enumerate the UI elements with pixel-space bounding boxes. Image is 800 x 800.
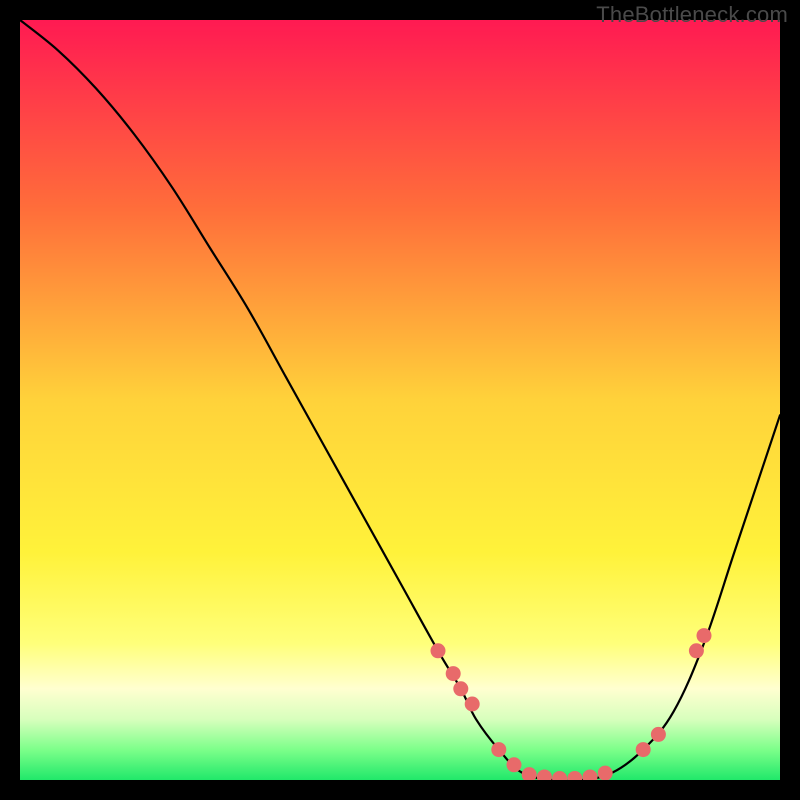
data-point [446,666,461,681]
data-point [431,643,446,658]
data-point [465,697,480,712]
data-point [507,757,522,772]
chart-container: TheBottleneck.com [0,0,800,800]
data-point [636,742,651,757]
data-point [689,643,704,658]
data-point [491,742,506,757]
chart-plot [20,20,780,780]
data-point [453,681,468,696]
data-point [651,727,666,742]
data-point [598,766,613,780]
watermark-text: TheBottleneck.com [596,2,788,28]
data-point [697,628,712,643]
